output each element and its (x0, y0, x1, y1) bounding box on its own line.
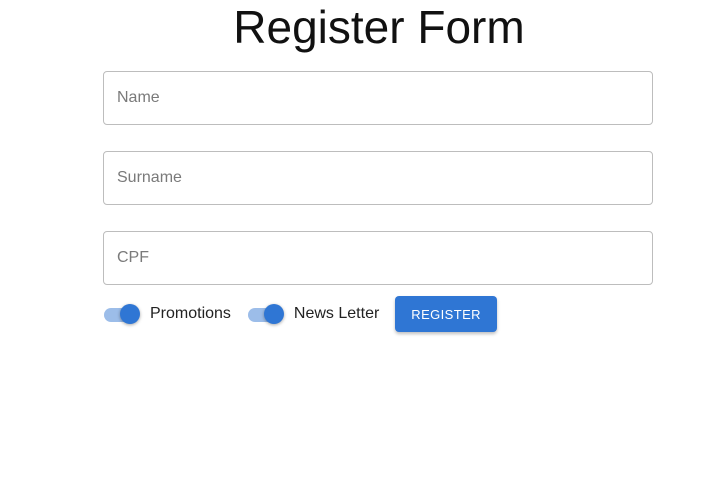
form-controls: Promotions News Letter REGISTER (103, 296, 497, 332)
newsletter-label: News Letter (293, 305, 380, 322)
toggle-thumb[interactable] (263, 304, 284, 324)
cpf-field[interactable] (103, 231, 653, 285)
register-button[interactable]: REGISTER (395, 296, 497, 332)
newsletter-switch-group[interactable]: News Letter (247, 304, 379, 324)
promotions-switch-group[interactable]: Promotions (103, 304, 231, 324)
cpf-input[interactable] (117, 232, 637, 284)
surname-input[interactable] (117, 152, 637, 204)
name-field[interactable] (103, 71, 653, 125)
page-title: Register Form (233, 1, 525, 53)
newsletter-toggle[interactable] (247, 304, 285, 324)
name-input[interactable] (117, 72, 637, 124)
toggle-thumb[interactable] (120, 304, 140, 324)
surname-field[interactable] (103, 151, 653, 205)
register-page: Register Form Promotions News Letter REG… (0, 0, 708, 480)
promotions-label: Promotions (150, 305, 231, 322)
promotions-toggle[interactable] (103, 304, 141, 324)
